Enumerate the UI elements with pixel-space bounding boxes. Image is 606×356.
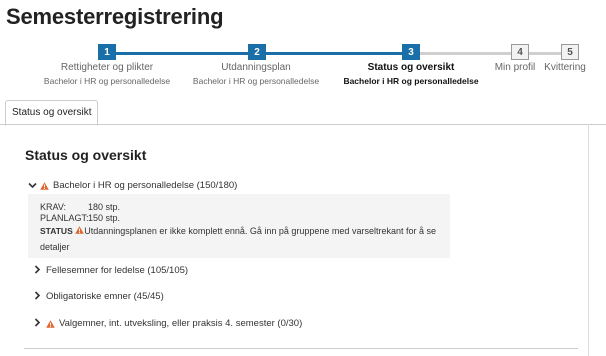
section-divider	[24, 348, 578, 349]
warning-icon	[46, 319, 55, 328]
program-row[interactable]: Bachelor i HR og personalledelse (150/18…	[28, 180, 237, 191]
group-row-valgemner[interactable]: Valgemner, int. utveksling, eller praksi…	[34, 318, 302, 329]
progress-stepper: 1 2 3 4 5 Rettigheter og plikter Utdanni…	[0, 0, 606, 100]
status-key: STATUS	[40, 226, 73, 236]
chevron-right-icon	[34, 291, 46, 302]
status-line: STATUS Utdanningsplanen er ikke komplett…	[40, 223, 445, 255]
step-1-label[interactable]: Rettigheter og plikter	[61, 62, 153, 73]
warning-icon	[40, 181, 49, 190]
step-1-number[interactable]: 1	[98, 44, 116, 60]
step-4-label[interactable]: Min profil	[495, 62, 536, 73]
group-row-obligatoriske[interactable]: Obligatoriske emner (45/45)	[34, 291, 164, 302]
step-5-label[interactable]: Kvittering	[544, 62, 586, 73]
tab-status-og-oversikt[interactable]: Status og oversikt	[5, 100, 99, 126]
warning-icon	[75, 226, 85, 234]
step-3-number[interactable]: 3	[402, 44, 420, 60]
chevron-down-icon	[28, 181, 40, 191]
step-2-label[interactable]: Utdanningsplan	[221, 62, 291, 73]
section-title: Status og oversikt	[25, 147, 147, 163]
chevron-right-icon	[34, 265, 46, 276]
group-label: Valgemner, int. utveksling, eller praksi…	[59, 318, 303, 329]
stepper-line-remaining	[412, 52, 570, 55]
krav-key: KRAV:	[40, 202, 67, 212]
program-label: Bachelor i HR og personalledelse (150/18…	[53, 180, 238, 191]
krav-value: 180 stp.	[88, 202, 121, 212]
group-row-fellesemner[interactable]: Fellesemner for ledelse (105/105)	[34, 265, 188, 276]
step-3-label: Status og oversikt	[367, 62, 455, 73]
group-label: Fellesemner for ledelse (105/105)	[46, 265, 189, 276]
step-5-number[interactable]: 5	[561, 44, 579, 60]
step-2-number[interactable]: 2	[248, 44, 266, 60]
chevron-right-icon	[34, 318, 46, 329]
step-4-number[interactable]: 4	[511, 44, 529, 60]
planlagt-key: PLANLAGT:	[40, 213, 89, 223]
status-text: Utdanningsplanen er ikke komplett ennå. …	[40, 226, 436, 252]
step-2-sub: Bachelor i HR og personalledelse	[192, 76, 320, 86]
planlagt-value: 150 stp.	[88, 213, 121, 223]
step-1-sub: Bachelor i HR og personalledelse	[43, 76, 171, 86]
group-label: Obligatoriske emner (45/45)	[46, 291, 164, 302]
content-right-border	[588, 124, 589, 356]
tab-divider	[0, 124, 606, 125]
step-3-sub: Bachelor i HR og personalledelse	[343, 76, 479, 86]
